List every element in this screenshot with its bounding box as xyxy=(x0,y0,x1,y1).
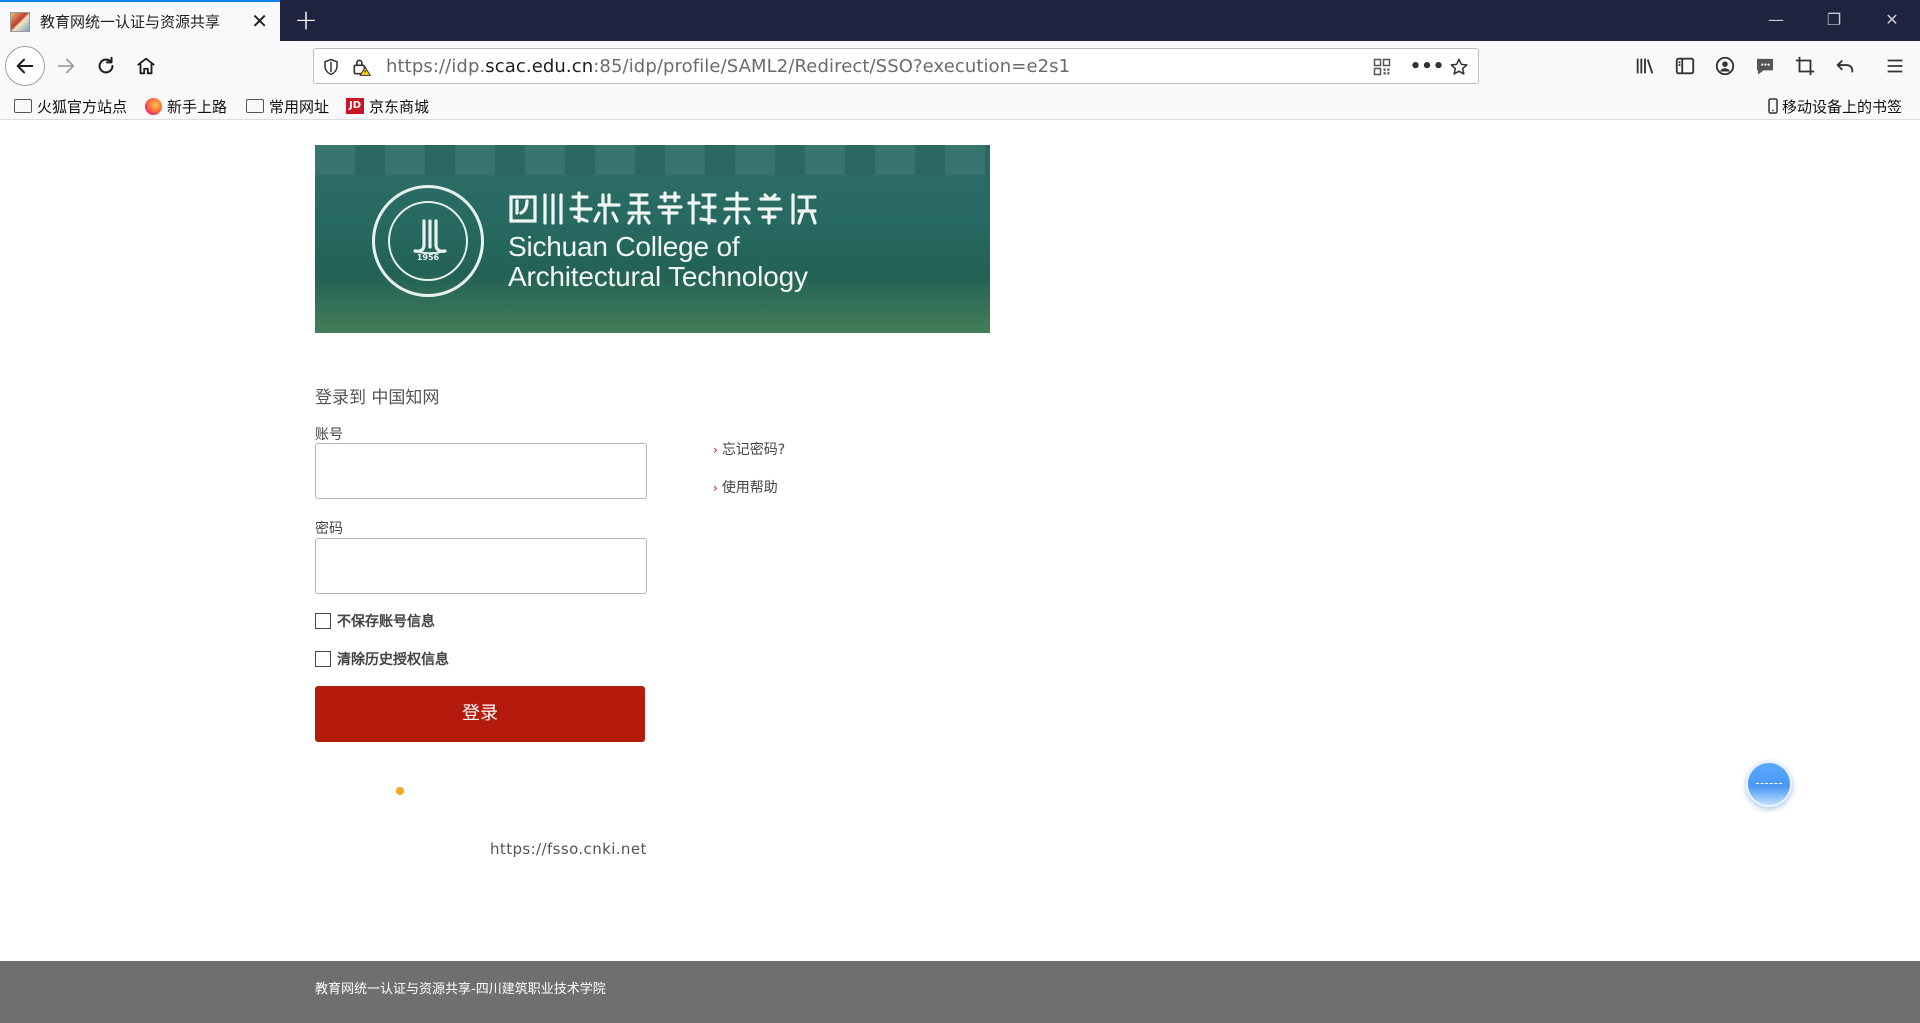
qr-code-icon[interactable] xyxy=(1371,56,1393,78)
window-minimize-button[interactable]: — xyxy=(1748,0,1804,41)
reload-icon xyxy=(98,56,114,74)
login-button[interactable]: 登录 xyxy=(315,686,645,742)
window-restore-button[interactable]: ❐ xyxy=(1806,0,1862,41)
college-banner: 1956 Sichuan College of Architectural Te… xyxy=(315,145,990,333)
checkbox-box[interactable] xyxy=(315,613,331,629)
help-link[interactable]: › 使用帮助 xyxy=(713,477,778,497)
loading-dot-icon xyxy=(396,787,404,795)
address-bar[interactable]: https://idp.scac.edu.cn:85/idp/profile/S… xyxy=(313,48,1479,84)
home-button[interactable] xyxy=(129,49,163,83)
checkbox-label: 清除历史授权信息 xyxy=(337,652,449,668)
dashed-line-icon xyxy=(1756,783,1782,784)
forgot-password-link[interactable]: › 忘记密码? xyxy=(713,439,785,459)
checkbox-box[interactable] xyxy=(315,651,331,667)
dont-save-account-checkbox[interactable]: 不保存账号信息 xyxy=(315,611,435,631)
seal-year: 1956 xyxy=(416,253,440,262)
chat-bubble-icon xyxy=(1756,58,1774,75)
page-actions-menu-icon[interactable]: ••• xyxy=(1410,56,1445,78)
library-icon xyxy=(1636,58,1654,74)
browser-titlebar: 教育网统一认证与资源共享 ✕ + — ❐ ✕ xyxy=(0,0,1920,41)
jd-icon: JD xyxy=(346,98,364,114)
bookmark-item-getting-started[interactable]: 新手上路 xyxy=(145,95,227,117)
app-menu-button[interactable] xyxy=(1878,49,1912,83)
bookmark-label: 移动设备上的书签 xyxy=(1782,97,1903,116)
sidebar-button[interactable] xyxy=(1668,49,1702,83)
bookmark-star-icon[interactable] xyxy=(1448,56,1470,78)
college-english-name-line2: Architectural Technology xyxy=(508,261,808,292)
browser-tab-active[interactable]: 教育网统一认证与资源共享 ✕ xyxy=(0,0,280,41)
seal-emblem-icon xyxy=(413,219,447,255)
account-icon xyxy=(1715,56,1735,76)
firefox-icon xyxy=(145,97,162,115)
browser-navbar: https://idp.scac.edu.cn:85/idp/profile/S… xyxy=(0,41,1920,91)
folder-icon xyxy=(246,99,264,113)
undo-button[interactable] xyxy=(1828,49,1862,83)
college-seal-icon: 1956 xyxy=(372,185,484,297)
password-label: 密码 xyxy=(315,521,343,537)
password-input[interactable] xyxy=(315,538,647,594)
account-label: 账号 xyxy=(315,427,343,443)
bookmark-item-common-sites[interactable]: 常用网址 xyxy=(246,95,329,117)
hamburger-menu-icon xyxy=(1887,59,1903,73)
bookmark-label: 京东商城 xyxy=(369,97,430,116)
chat-extension-button[interactable] xyxy=(1748,49,1782,83)
folder-icon xyxy=(14,99,32,113)
college-chinese-name-logo xyxy=(509,191,817,225)
site-favicon-icon xyxy=(10,11,30,32)
bookmark-item-firefox-official[interactable]: 火狐官方站点 xyxy=(14,95,127,117)
chevron-right-icon: › xyxy=(713,481,718,495)
floating-assistant-button[interactable] xyxy=(1746,761,1792,807)
bookmark-label: 新手上路 xyxy=(167,97,228,116)
library-button[interactable] xyxy=(1628,49,1662,83)
arrow-left-icon xyxy=(16,58,34,74)
tab-close-icon[interactable]: ✕ xyxy=(251,11,268,31)
service-provider-url: https://fsso.cnki.net xyxy=(490,840,647,858)
college-english-name-line1: Sichuan College of xyxy=(508,231,740,262)
footer-text: 教育网统一认证与资源共享-四川建筑职业技术学院 xyxy=(315,982,606,997)
banner-texture xyxy=(315,145,990,175)
bookmarks-toolbar: 火狐官方站点 新手上路 常用网址 JD 京东商城 移动设备上的书签 xyxy=(0,91,1920,120)
forward-button[interactable] xyxy=(49,49,83,83)
crop-icon xyxy=(1795,56,1815,76)
mobile-phone-icon xyxy=(1768,98,1778,114)
checkbox-label: 不保存账号信息 xyxy=(337,614,435,630)
account-button[interactable] xyxy=(1708,49,1742,83)
undo-arrow-icon xyxy=(1836,59,1854,73)
clear-history-checkbox[interactable]: 清除历史授权信息 xyxy=(315,649,449,669)
screenshot-crop-button[interactable] xyxy=(1788,49,1822,83)
insecure-lock-icon[interactable] xyxy=(350,56,372,78)
chevron-right-icon: › xyxy=(713,443,718,457)
home-icon xyxy=(137,57,155,75)
reload-button[interactable] xyxy=(89,49,123,83)
page-footer: 教育网统一认证与资源共享-四川建筑职业技术学院 xyxy=(0,961,1920,1023)
arrow-right-icon xyxy=(57,58,75,74)
bookmark-label: 火狐官方站点 xyxy=(37,97,128,116)
account-input[interactable] xyxy=(315,443,647,499)
bookmark-label: 常用网址 xyxy=(269,97,330,116)
sidebar-icon xyxy=(1675,57,1695,75)
url-text[interactable]: https://idp.scac.edu.cn:85/idp/profile/S… xyxy=(386,56,1070,77)
back-button[interactable] xyxy=(5,46,45,86)
login-title: 登录到 中国知网 xyxy=(315,388,440,408)
bookmark-item-jd-mall[interactable]: JD 京东商城 xyxy=(346,95,429,117)
new-tab-button[interactable]: + xyxy=(288,4,324,38)
tracking-shield-icon[interactable] xyxy=(320,56,342,78)
bookmark-mobile-folder[interactable]: 移动设备上的书签 xyxy=(1768,95,1902,117)
window-close-button[interactable]: ✕ xyxy=(1864,0,1920,41)
tab-title: 教育网统一认证与资源共享 xyxy=(40,13,221,31)
